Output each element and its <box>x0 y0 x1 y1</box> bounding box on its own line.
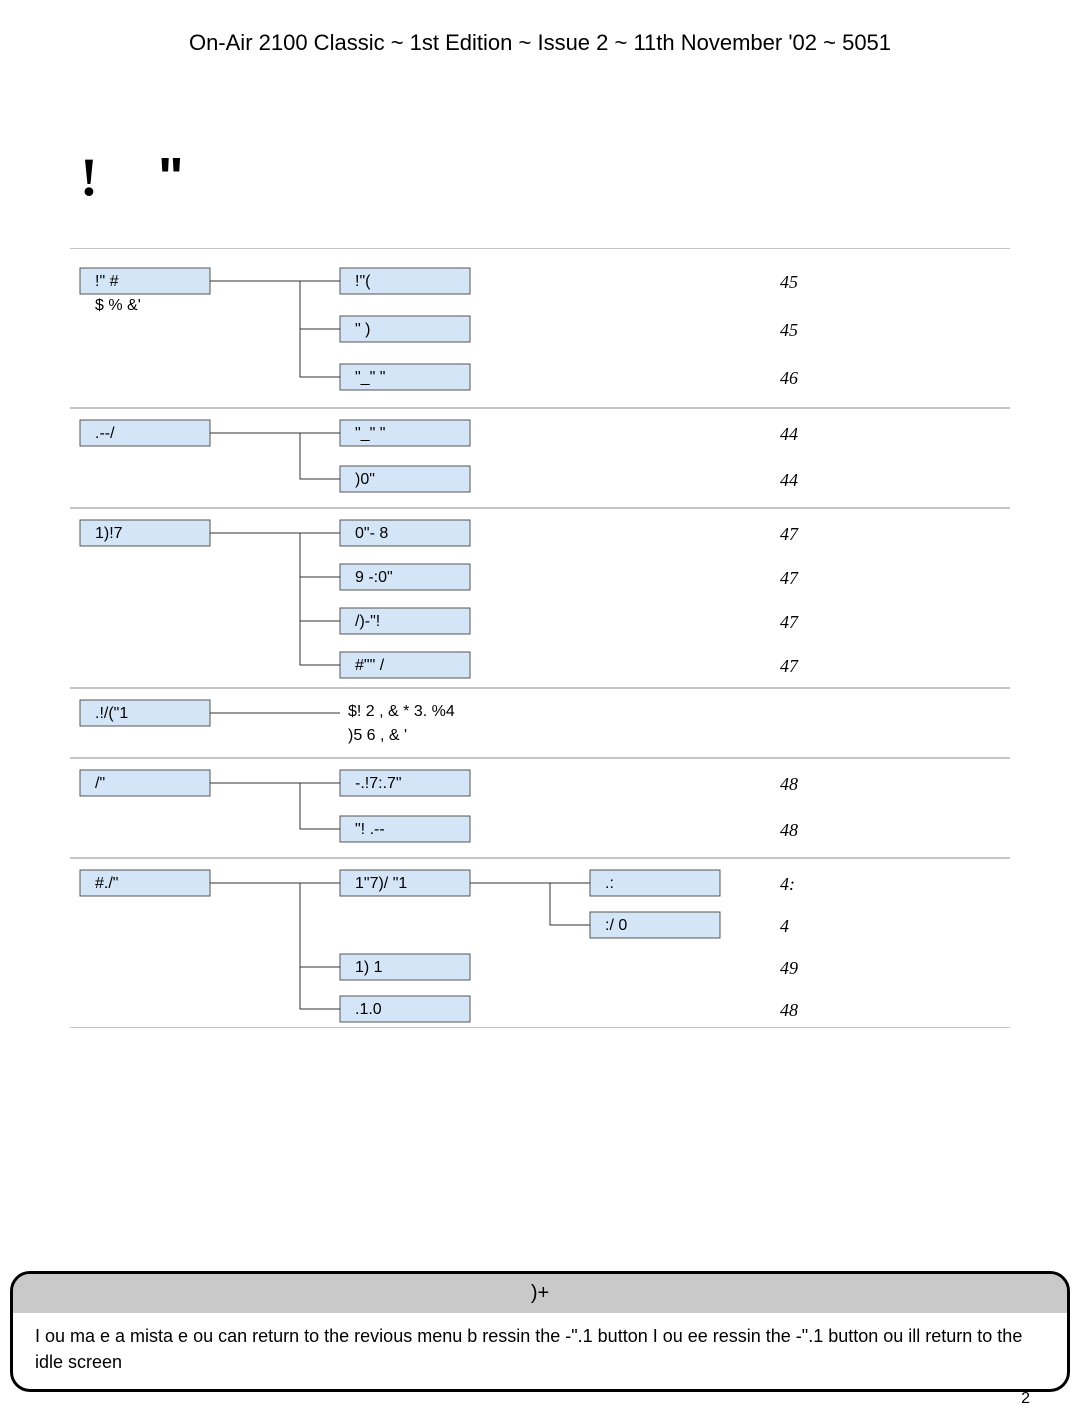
svg-text:46: 46 <box>780 368 798 388</box>
svg-text:$ % &': $ % &' <box>95 297 141 314</box>
svg-text:48: 48 <box>780 820 798 840</box>
svg-text:/": /" <box>95 775 105 792</box>
svg-text:" ): " ) <box>355 321 370 338</box>
note-heading: )+ <box>13 1274 1067 1313</box>
svg-text:)0": )0" <box>355 471 375 488</box>
glyph-a: ! <box>80 146 98 208</box>
svg-text:47: 47 <box>780 524 799 544</box>
page-number: 2 <box>1021 1390 1030 1408</box>
svg-text:45: 45 <box>780 272 798 292</box>
section-title-glyphs: ! " <box>80 146 1010 208</box>
svg-text:#"" /: #"" / <box>355 657 385 674</box>
glyph-b: " <box>158 146 184 208</box>
svg-text:-.!7:.7": -.!7:.7" <box>355 775 402 792</box>
svg-text:1"7)/ "1: 1"7)/ "1 <box>355 875 407 892</box>
svg-text:44: 44 <box>780 424 798 444</box>
svg-text:48: 48 <box>780 1000 798 1020</box>
svg-text:47: 47 <box>780 656 799 676</box>
svg-text::/ 0: :/ 0 <box>605 917 627 934</box>
svg-text:$! 2 , & * 3.: $! 2 , & * 3. %4 <box>348 703 455 720</box>
svg-text:/)-"!: /)-"! <box>355 613 380 630</box>
svg-text:1) 1: 1) 1 <box>355 959 383 976</box>
page-header: On-Air 2100 Classic ~ 1st Edition ~ Issu… <box>70 30 1010 56</box>
svg-text:1)!7: 1)!7 <box>95 525 123 542</box>
svg-text:"_" ": "_" " <box>355 425 385 442</box>
svg-text:"! .--: "! .-- <box>355 821 385 838</box>
svg-text:.:: .: <box>605 875 614 892</box>
svg-text:!" #: !" # <box>95 273 119 290</box>
svg-text:#./": #./" <box>95 875 118 892</box>
svg-text:4: 4 <box>780 916 789 936</box>
svg-text:44: 44 <box>780 470 798 490</box>
note-box: )+ I ou ma e a mista e ou can return to … <box>10 1271 1070 1392</box>
svg-text:.--/: .--/ <box>95 425 115 442</box>
svg-text:45: 45 <box>780 320 798 340</box>
svg-text:.!/("1: .!/("1 <box>95 705 128 722</box>
svg-text:9 -:0": 9 -:0" <box>355 569 393 586</box>
note-body: I ou ma e a mista e ou can return to the… <box>13 1313 1067 1375</box>
diagram-area: *+, !" # $ % &' !"( 45 " ) 45 "_" " 46 .… <box>70 248 1010 1028</box>
svg-text:.1.0: .1.0 <box>355 1001 382 1018</box>
svg-text:0"- 8: 0"- 8 <box>355 525 388 542</box>
svg-text:49: 49 <box>780 958 798 978</box>
svg-text:47: 47 <box>780 568 799 588</box>
svg-text:48: 48 <box>780 774 798 794</box>
svg-text:!"(: !"( <box>355 273 371 290</box>
svg-text:47: 47 <box>780 612 799 632</box>
svg-text:4:: 4: <box>780 874 795 894</box>
svg-text:)5 6 ,: )5 6 , & ' <box>348 727 407 744</box>
svg-text:"_" ": "_" " <box>355 369 385 386</box>
